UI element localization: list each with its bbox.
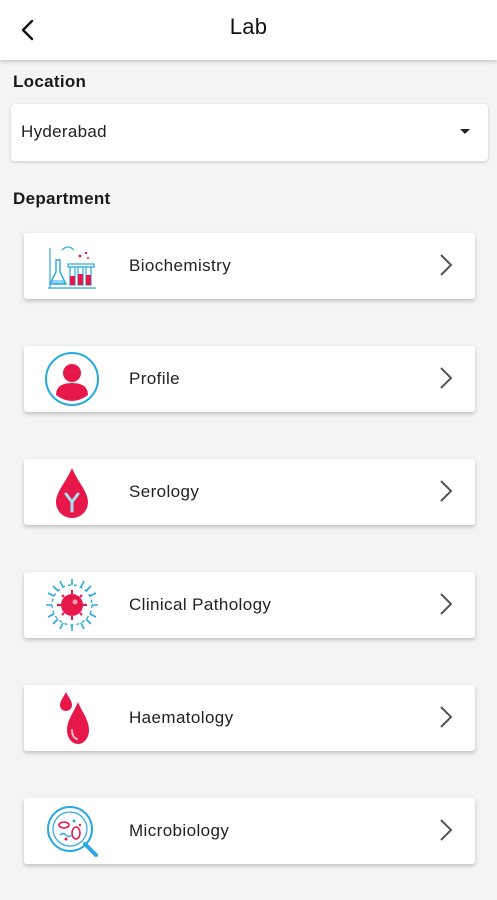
chevron-right-icon bbox=[440, 254, 453, 276]
department-item-label: Microbiology bbox=[129, 821, 230, 840]
department-item-microbiology[interactable]: Microbiology bbox=[24, 798, 475, 864]
department-item-label: Haematology bbox=[129, 708, 234, 727]
department-item-clinical-pathology[interactable]: Clinical Pathology bbox=[24, 572, 475, 638]
chevron-right-icon bbox=[440, 819, 453, 841]
department-item-biochemistry[interactable]: Biochemistry bbox=[24, 233, 475, 299]
cell-virus-icon bbox=[44, 577, 100, 633]
chevron-right-icon bbox=[440, 593, 453, 615]
location-label: Location bbox=[13, 72, 87, 91]
department-item-profile[interactable]: Profile bbox=[24, 346, 475, 412]
dropdown-caret-icon bbox=[460, 129, 470, 134]
blood-drops-icon bbox=[44, 690, 100, 746]
department-item-label: Profile bbox=[129, 369, 180, 388]
microscope-petri-icon bbox=[44, 803, 100, 859]
chevron-right-icon bbox=[440, 480, 453, 502]
department-item-label: Serology bbox=[129, 482, 200, 501]
blood-antibody-icon bbox=[44, 464, 100, 520]
app-bar: Lab bbox=[0, 0, 497, 60]
chevron-right-icon bbox=[440, 706, 453, 728]
department-item-label: Clinical Pathology bbox=[129, 595, 272, 614]
department-item-haematology[interactable]: Haematology bbox=[24, 685, 475, 751]
chevron-right-icon bbox=[440, 367, 453, 389]
page-title: Lab bbox=[229, 14, 268, 39]
location-selected-value: Hyderabad bbox=[21, 122, 107, 141]
location-dropdown[interactable]: Hyderabad bbox=[11, 104, 488, 161]
lab-flask-icon bbox=[44, 238, 100, 294]
user-profile-icon bbox=[44, 351, 100, 407]
department-label: Department bbox=[13, 189, 111, 208]
department-item-serology[interactable]: Serology bbox=[24, 459, 475, 525]
department-item-label: Biochemistry bbox=[129, 256, 232, 275]
